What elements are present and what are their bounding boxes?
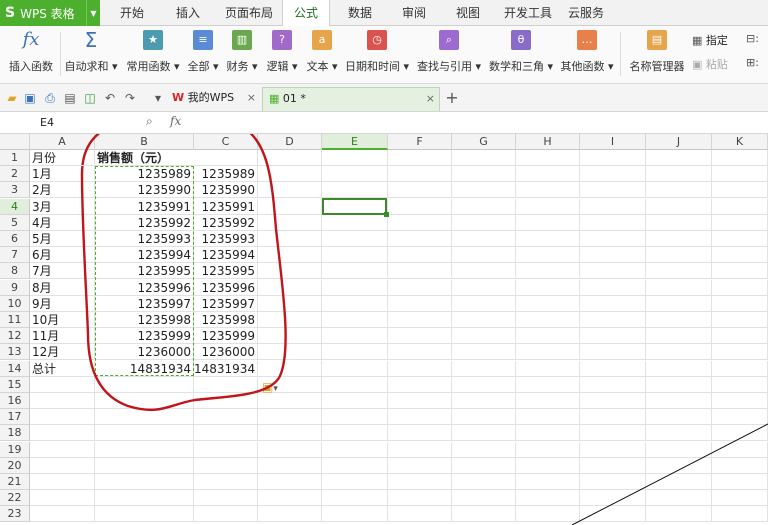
customize-dropdown-icon[interactable]: ▾ xyxy=(150,90,166,106)
paste-label: 粘贴 xyxy=(705,58,728,71)
math-functions-button[interactable]: θ 数学和三角 ▾ xyxy=(488,30,554,80)
new-tab-plus-icon[interactable]: + xyxy=(444,90,460,106)
text-functions-button[interactable]: a 文本 ▾ xyxy=(304,30,340,80)
chart-book-icon: ▥ xyxy=(232,30,252,50)
undo-icon[interactable]: ↶ xyxy=(102,90,118,106)
open-folder-icon[interactable]: ▰ xyxy=(4,90,20,106)
save-icon[interactable]: ▣ xyxy=(22,90,38,106)
autosum-button[interactable]: Σ 自动求和 ▾ xyxy=(63,30,119,80)
tab-2[interactable]: 页面布局 xyxy=(220,0,278,26)
logic-label: 逻辑 ▾ xyxy=(266,60,298,73)
clock-book-icon: ◷ xyxy=(367,30,387,50)
insert-function-button[interactable]: fx 插入函数 xyxy=(6,30,56,80)
other-functions-button[interactable]: … 其他函数 ▾ xyxy=(558,30,616,80)
lookup-functions-button[interactable]: ⌕ 查找与引用 ▾ xyxy=(414,30,484,80)
star-book-icon: ★ xyxy=(143,30,163,50)
red-circle-annotation xyxy=(80,134,287,411)
tab-8[interactable]: 云服务 xyxy=(558,0,614,26)
spreadsheet-grid[interactable]: ABCDEFGHIJK 1 2 3 4 5 6 7 8 9 10 11 12 13 14 15 16 17 18 1… xyxy=(0,134,768,525)
tab-0[interactable]: 开始 xyxy=(108,0,156,26)
lookup-label: 查找与引用 ▾ xyxy=(416,60,482,73)
common-functions-label: 常用函数 ▾ xyxy=(126,60,180,73)
doc-tab-01[interactable]: ▦ 01 * × xyxy=(262,87,440,111)
math-label: 数学和三角 ▾ xyxy=(488,60,554,73)
datetime-label: 日期和时间 ▾ xyxy=(344,60,410,73)
name-box[interactable]: E4 xyxy=(0,112,100,133)
specify-icon: ▦ xyxy=(692,34,703,47)
paste-name-button[interactable]: ▣ 粘贴 xyxy=(692,56,728,72)
more-book-icon: … xyxy=(577,30,597,50)
formula-bar: E4 ⌕ fx xyxy=(0,112,768,134)
tab-5[interactable]: 审阅 xyxy=(392,0,436,26)
diagonal-line xyxy=(571,423,768,525)
datetime-functions-button[interactable]: ◷ 日期和时间 ▾ xyxy=(344,30,410,80)
doc-tab-mywps[interactable]: W 我的WPS × xyxy=(166,87,260,111)
app-name: WPS 表格 xyxy=(20,6,75,21)
search-icon[interactable]: ⌕ xyxy=(146,114,153,129)
logic-functions-button[interactable]: ? 逻辑 ▾ xyxy=(264,30,300,80)
menu-tab-bar: S WPS 表格 ▼ 开始 插入 页面布局 公式 数据 审阅 视图 开发工具 云服务 xyxy=(0,0,768,27)
name-manager-label: 名称管理器 xyxy=(629,60,685,73)
fx-icon[interactable]: fx xyxy=(170,114,181,128)
app-menu-button[interactable]: S WPS 表格 ▼ xyxy=(0,0,100,26)
finance-functions-button[interactable]: ▥ 财务 ▾ xyxy=(224,30,260,80)
doc-tab-label: 01 * xyxy=(282,92,306,105)
cell-B1[interactable]: 销售额（元） xyxy=(95,150,194,166)
text-book-icon: a xyxy=(312,30,332,50)
magnifier-book-icon: ⌕ xyxy=(439,30,459,50)
tag-icon: ▤ xyxy=(647,30,667,50)
print-icon[interactable]: ▤ xyxy=(62,90,78,106)
sigma-icon: Σ xyxy=(84,28,98,52)
sheet-doc-icon: ▦ xyxy=(269,92,280,105)
chevron-down-icon[interactable]: ▼ xyxy=(86,0,100,26)
tab-1[interactable]: 插入 xyxy=(164,0,212,26)
extra-icon-1[interactable]: ⊟: xyxy=(746,32,759,45)
list-book-icon: ≡ xyxy=(193,30,213,50)
close-icon[interactable]: × xyxy=(426,88,435,110)
tab-3[interactable]: 公式 xyxy=(282,0,330,27)
cell-A1[interactable]: 月份 xyxy=(30,150,95,166)
name-manager-button[interactable]: ▤ 名称管理器 xyxy=(626,30,688,80)
doc-tab-label: 我的WPS xyxy=(187,91,235,104)
wps-w-icon: W xyxy=(172,91,185,104)
close-icon[interactable]: × xyxy=(247,87,256,109)
ribbon-formulas: fx 插入函数 Σ 自动求和 ▾ ★ 常用函数 ▾ ≡ 全部 ▾ ▥ 财务 ▾ … xyxy=(0,26,768,84)
question-book-icon: ? xyxy=(272,30,292,50)
text-label: 文本 ▾ xyxy=(306,60,338,73)
tab-6[interactable]: 视图 xyxy=(442,0,494,26)
quick-access-bar: ▰ ▣ ⎙ ▤ ◫ ↶ ↷ ▾ W 我的WPS × ▦ 01 * × + xyxy=(0,84,768,112)
annotation-overlay xyxy=(80,134,768,525)
all-functions-label: 全部 ▾ xyxy=(187,60,219,73)
common-functions-button[interactable]: ★ 常用函数 ▾ xyxy=(124,30,182,80)
autosum-label: 自动求和 ▾ xyxy=(64,60,118,73)
print-preview-icon[interactable]: ◫ xyxy=(82,90,98,106)
all-functions-button[interactable]: ≡ 全部 ▾ xyxy=(186,30,220,80)
redo-icon[interactable]: ↷ xyxy=(122,90,138,106)
formula-input[interactable] xyxy=(196,112,768,133)
finance-label: 财务 ▾ xyxy=(226,60,258,73)
theta-book-icon: θ xyxy=(511,30,531,50)
export-icon[interactable]: ⎙ xyxy=(42,90,58,106)
insert-function-label: 插入函数 xyxy=(9,60,53,73)
tab-7[interactable]: 开发工具 xyxy=(498,0,558,26)
extra-icon-2[interactable]: ⊞: xyxy=(746,56,759,69)
wps-logo-icon: S xyxy=(5,5,16,21)
other-functions-label: 其他函数 ▾ xyxy=(560,60,614,73)
tab-4[interactable]: 数据 xyxy=(334,0,386,26)
specify-button[interactable]: ▦ 指定 xyxy=(692,32,728,48)
paste-icon: ▣ xyxy=(692,58,703,71)
specify-label: 指定 xyxy=(705,34,728,47)
fx-icon: fx xyxy=(22,29,40,50)
